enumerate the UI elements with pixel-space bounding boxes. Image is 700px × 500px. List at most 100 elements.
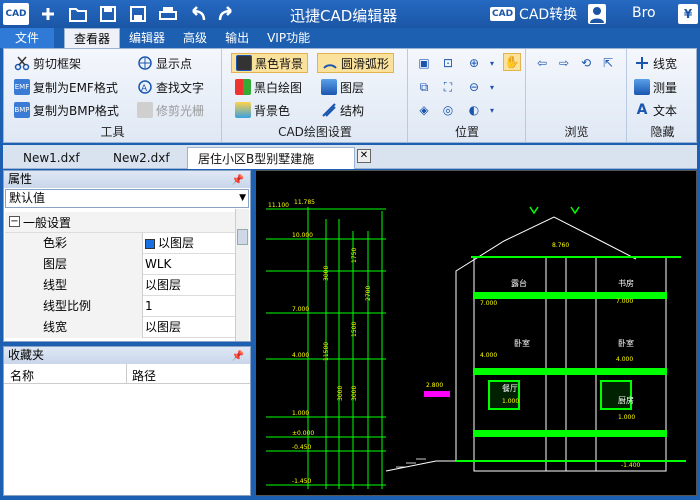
browse-group-title: 浏览 [564,125,589,139]
room-elev: 8.760 [552,242,569,249]
room-elev: 1.000 [502,398,519,405]
pin-icon[interactable]: 📌 [232,172,244,189]
prop-value[interactable]: 1 [145,296,153,317]
prop-row-linetype-scale[interactable]: 线型比例 1 [5,296,236,317]
zoom-out-dropdown-icon[interactable]: ▾ [483,78,501,96]
room-elev: 4.000 [616,356,633,363]
prop-row-color[interactable]: 色彩 以图层 [5,233,236,254]
cad-convert-button[interactable]: CAD CAD转换 [490,4,577,24]
tab-file[interactable]: 文件 [0,28,55,48]
room-elev: 1.000 [618,414,635,421]
text-button[interactable]: A 文本 [634,100,677,120]
save-as-icon[interactable] [128,4,148,24]
section-general[interactable]: − 一般设置 [5,212,236,233]
room-elev: 7.000 [616,298,633,305]
smooth-arc-icon [322,55,338,71]
tab-editor[interactable]: 编辑器 [120,28,174,48]
arrow-right-icon[interactable]: ⇨ [555,54,573,72]
prop-key: 线型比例 [5,296,143,317]
smooth-arc-label: 圆滑弧形 [341,56,390,71]
save-icon[interactable] [98,4,118,24]
column-path[interactable]: 路径 [132,367,156,384]
menu-tabs: 文件 查看器 编辑器 高级 输出 VIP功能 [0,28,700,48]
refresh-icon[interactable]: ⟲ [577,54,595,72]
doc-tab-villa[interactable]: 居住小区B型别墅建施图.dwg [187,147,355,188]
line-width-button[interactable]: 线宽 [634,53,677,73]
new-file-icon[interactable] [38,4,58,24]
room-elev: 7.000 [480,300,497,307]
zoom-out-icon[interactable]: ⊖ [465,78,483,96]
pin-icon[interactable]: 📌 [232,348,244,365]
drawing-canvas[interactable]: 11.100 11.785 10.000 7.000 4.000 1.000 ±… [255,170,697,496]
export-icon[interactable]: ⇱ [599,54,617,72]
tab-output[interactable]: 输出 [216,28,258,48]
dim-label: 3000 [337,386,344,401]
smooth-arc-button[interactable]: 圆滑弧形 [317,53,395,73]
fit-extents-icon[interactable]: ⛶ [439,78,457,96]
rotate-view-icon[interactable]: ◐ [465,101,483,119]
previous-view-icon[interactable]: ⧉ [415,78,433,96]
open-folder-icon[interactable] [68,4,88,24]
scissors-icon [14,55,30,71]
hide-group: 线宽 测量 A 文本 隐藏 [628,49,697,142]
zoom-real-icon[interactable]: ◎ [439,101,457,119]
cut-frame-button[interactable]: 剪切框架 [14,53,81,73]
zoom-in-icon[interactable]: ⊕ [465,54,483,72]
layers-button[interactable]: 图层 [321,77,364,97]
doc-tab-new2[interactable]: New2.dxf [103,147,183,169]
fit-window-icon[interactable]: ▣ [415,54,433,72]
prop-value[interactable]: 以图层 [145,233,194,254]
copy-emf-button[interactable]: EMF 复制为EMF格式 [14,77,118,97]
points-icon [137,55,153,71]
dim-label: 3000 [323,266,330,281]
room-elev: -1.400 [621,462,641,469]
properties-scrollbar[interactable] [235,209,249,341]
black-background-button[interactable]: 黑色背景 [231,53,309,73]
cad-convert-icon: CAD [490,7,516,21]
scrollbar-thumb[interactable] [237,229,248,245]
measure-button[interactable]: 测量 [634,77,677,97]
zoom-window-icon[interactable]: ⊡ [439,54,457,72]
prop-row-linetype[interactable]: 线型 以图层 [5,275,236,296]
tab-advanced[interactable]: 高级 [174,28,216,48]
arrow-left-icon[interactable]: ⇦ [533,54,551,72]
close-tab-icon[interactable]: ✕ [357,149,371,163]
balcony-elev: 2.800 [426,382,443,389]
redo-icon[interactable] [216,4,236,24]
user-icon[interactable] [588,4,606,24]
rotate-dropdown-icon[interactable]: ▾ [483,101,501,119]
copy-bmp-button[interactable]: BMP 复制为BMP格式 [14,100,119,120]
prop-value[interactable]: 以图层 [145,317,181,338]
tab-viewer[interactable]: 查看器 [64,28,121,48]
bw-drawing-button[interactable]: 黑白绘图 [235,77,302,97]
column-name[interactable]: 名称 [10,367,34,384]
prop-row-linewidth[interactable]: 线宽 以图层 [5,317,236,338]
show-points-button[interactable]: 显示点 [137,53,192,73]
prop-key: 图层 [5,254,143,275]
find-text-button[interactable]: A 查找文字 [137,77,204,97]
properties-dropdown[interactable]: 默认值 ▼ [5,189,249,208]
structure-label: 结构 [340,103,365,118]
undo-icon[interactable] [188,4,208,24]
structure-button[interactable]: 结构 [321,100,364,120]
background-color-button[interactable]: 背景色 [235,100,290,120]
trim-raster-label: 修剪光栅 [156,103,205,118]
user-name[interactable]: Bro [632,5,656,21]
zoom-in-dropdown-icon[interactable]: ▾ [483,54,501,72]
tab-vip[interactable]: VIP功能 [258,28,319,48]
prop-value[interactable]: 以图层 [145,275,181,296]
collapse-icon[interactable]: − [9,216,20,227]
pan-hand-icon[interactable]: ✋ [503,53,521,71]
3d-orbit-icon[interactable]: ◈ [415,101,433,119]
bw-drawing-label: 黑白绘图 [254,80,303,95]
properties-panel: 属性 📌 默认值 ▼ − 一般设置 色彩 以图层 图层 WLK 线型 以图层 线… [3,170,251,342]
line-width-label: 线宽 [653,56,678,71]
doc-tab-new1[interactable]: New1.dxf [13,147,93,169]
currency-icon[interactable]: ¥ [678,4,698,24]
prop-row-layer[interactable]: 图层 WLK [5,254,236,275]
trim-raster-button[interactable]: 修剪光栅 [137,100,204,120]
text-icon: A [636,102,648,118]
prop-value[interactable]: WLK [145,254,171,275]
print-icon[interactable] [158,4,178,24]
elev-label: -1.450 [292,478,312,485]
